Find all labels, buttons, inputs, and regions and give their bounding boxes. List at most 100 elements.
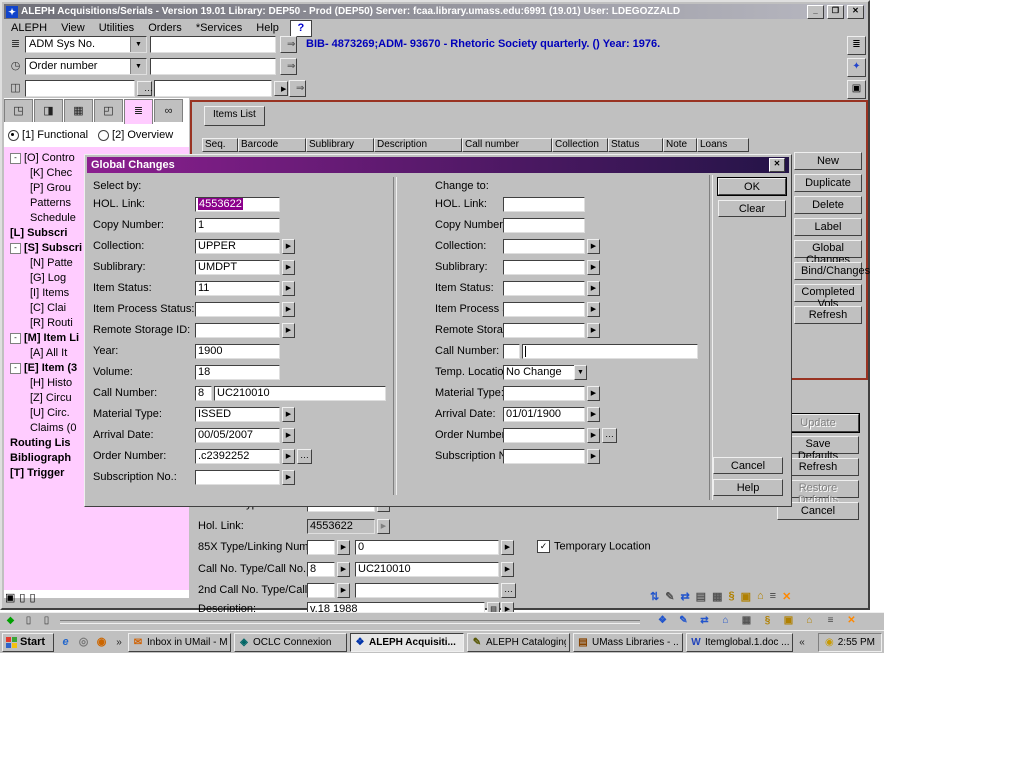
find-type-select-1[interactable]: ADM Sys No. ▼	[25, 36, 147, 53]
quick-search-input[interactable]	[25, 80, 135, 97]
field-input[interactable]: 4553622	[195, 197, 280, 212]
column-header[interactable]: Seq.	[202, 138, 238, 152]
refresh-button[interactable]: Refresh	[794, 306, 862, 324]
window-icon[interactable]: ▣	[847, 80, 866, 99]
dialog-titlebar[interactable]: Global Changes ✕	[87, 157, 789, 173]
field-input[interactable]	[503, 344, 520, 359]
column-header[interactable]: Collection	[552, 138, 608, 152]
expand-icon[interactable]: -	[10, 153, 21, 164]
column-header[interactable]: Note	[663, 138, 697, 152]
expand-icon[interactable]: -	[10, 243, 21, 254]
restore-button[interactable]: ❐	[827, 5, 844, 19]
global-changes-button[interactable]: Global Changes	[794, 240, 862, 258]
chevron-down-icon[interactable]: ▼	[130, 37, 146, 52]
page2-icon[interactable]: ▯	[29, 591, 35, 604]
column-header[interactable]: Call number	[462, 138, 552, 152]
edit-icon[interactable]: ✎	[665, 590, 674, 603]
quick-search-input-2[interactable]	[154, 80, 272, 97]
column-header[interactable]: Loans	[697, 138, 749, 152]
expand-arrow-button[interactable]: ▶	[282, 302, 295, 317]
grid-icon[interactable]: ▦	[712, 590, 722, 603]
nav-icon[interactable]: ◆	[3, 614, 18, 628]
field-input[interactable]: 8	[195, 386, 212, 401]
close-icon[interactable]: ✕	[844, 614, 859, 628]
lookup-ellipsis-button[interactable]: …	[501, 583, 516, 598]
expand-arrow-button[interactable]: ▶	[501, 540, 514, 555]
expand-arrow-button[interactable]: ▶	[282, 449, 295, 464]
expand-icon[interactable]: -	[10, 363, 21, 374]
field-input[interactable]: UPPER	[195, 239, 280, 254]
home-icon[interactable]: ⌂	[757, 590, 764, 603]
book-icon[interactable]: ▤	[696, 590, 706, 603]
field-input[interactable]	[503, 449, 585, 464]
form-input[interactable]: 8	[307, 562, 335, 577]
edit-icon[interactable]: ✎	[676, 614, 691, 628]
expand-arrow-button[interactable]: ▶	[282, 260, 295, 275]
expand-arrow-button[interactable]: ▶	[282, 470, 295, 485]
menu-utilities[interactable]: Utilities	[92, 21, 141, 35]
print-icon[interactable]: ≡	[823, 614, 838, 628]
lock-icon[interactable]: ▣	[781, 614, 796, 628]
completed-vols-button[interactable]: Completed Vols	[794, 284, 862, 302]
close-button[interactable]: ✕	[847, 5, 864, 19]
field-input[interactable]	[195, 470, 280, 485]
menu-services[interactable]: *Services	[189, 21, 249, 35]
field-input[interactable]: 01/01/1900	[503, 407, 585, 422]
minimize-button[interactable]: _	[807, 5, 824, 19]
page-icon[interactable]: ▯	[19, 591, 25, 604]
grid-icon[interactable]: ▣	[5, 591, 15, 604]
column-header[interactable]: Sublibrary	[306, 138, 374, 152]
updown-icon[interactable]: ⇅	[650, 590, 659, 603]
expand-arrow-button[interactable]: ▶	[337, 583, 350, 598]
ie-icon[interactable]: e	[57, 634, 74, 651]
field-input[interactable]	[195, 302, 280, 317]
expand-arrow-button[interactable]: ▶	[587, 323, 600, 338]
expand-arrow-button[interactable]: ▶	[587, 449, 600, 464]
delete-button[interactable]: Delete	[794, 196, 862, 214]
check-in-tab-icon[interactable]: ◰	[94, 99, 123, 122]
expand-icon[interactable]: -	[10, 333, 21, 344]
new-button[interactable]: New	[794, 152, 862, 170]
items-tab-icon[interactable]: ≣	[124, 99, 153, 124]
column-header[interactable]: Status	[608, 138, 663, 152]
window-titlebar[interactable]: ✦ ALEPH Acquisitions/Serials - Version 1…	[4, 4, 866, 19]
expand-arrow-button[interactable]: ▶	[282, 281, 295, 296]
menu-orders[interactable]: Orders	[141, 21, 189, 35]
form-input[interactable]: 0	[355, 540, 499, 555]
expand-arrow-button[interactable]: ▶	[282, 323, 295, 338]
lock-icon[interactable]: ▣	[741, 590, 751, 603]
dialog-close-icon[interactable]: ✕	[769, 158, 785, 172]
chevron-down-icon[interactable]: ▼	[130, 59, 146, 74]
lookup-ellipsis-button[interactable]: …	[297, 449, 312, 464]
close-icon[interactable]: ✕	[782, 590, 791, 603]
field-input[interactable]: 11	[195, 281, 280, 296]
swap-icon[interactable]: ⇄	[697, 614, 712, 628]
bind-changes-button[interactable]: Bind/Changes	[794, 262, 862, 280]
field-input[interactable]	[503, 302, 585, 317]
media-icon[interactable]: ◉	[93, 634, 110, 651]
move-icon[interactable]: ❖	[655, 614, 670, 628]
field-input[interactable]	[503, 218, 585, 233]
expand-arrow-button[interactable]: ▶	[587, 239, 600, 254]
taskbar-task-3[interactable]: ❖ALEPH Acquisiti...	[350, 633, 464, 652]
chevron-down-icon[interactable]: ▼	[574, 365, 587, 380]
field-input[interactable]	[503, 428, 585, 443]
form-input[interactable]	[307, 540, 335, 555]
key-icon[interactable]: §	[728, 590, 734, 603]
find-input-2[interactable]	[150, 58, 276, 75]
go-button-2[interactable]: ⇒	[280, 58, 297, 75]
expand-arrow-button[interactable]: ▶	[501, 562, 514, 577]
browse-ellipsis-button[interactable]: …	[137, 81, 152, 96]
serials-tab-icon[interactable]: ▦	[64, 99, 93, 122]
messenger-icon[interactable]: ◉	[825, 637, 834, 648]
taskbar-task-4[interactable]: ✎ALEPH Cataloging...	[467, 633, 570, 652]
field-input[interactable]	[522, 344, 698, 359]
expand-arrow-button[interactable]: ▶	[282, 407, 295, 422]
page2-icon[interactable]: ▯	[39, 614, 54, 628]
field-input[interactable]: ISSED	[195, 407, 280, 422]
field-input[interactable]: 1900	[195, 344, 280, 359]
field-input[interactable]	[503, 323, 585, 338]
table-icon[interactable]: ▦	[739, 614, 754, 628]
taskbar-task-1[interactable]: ✉Inbox in UMail - M...	[128, 633, 231, 652]
expand-arrow-button[interactable]: ▶	[337, 540, 350, 555]
